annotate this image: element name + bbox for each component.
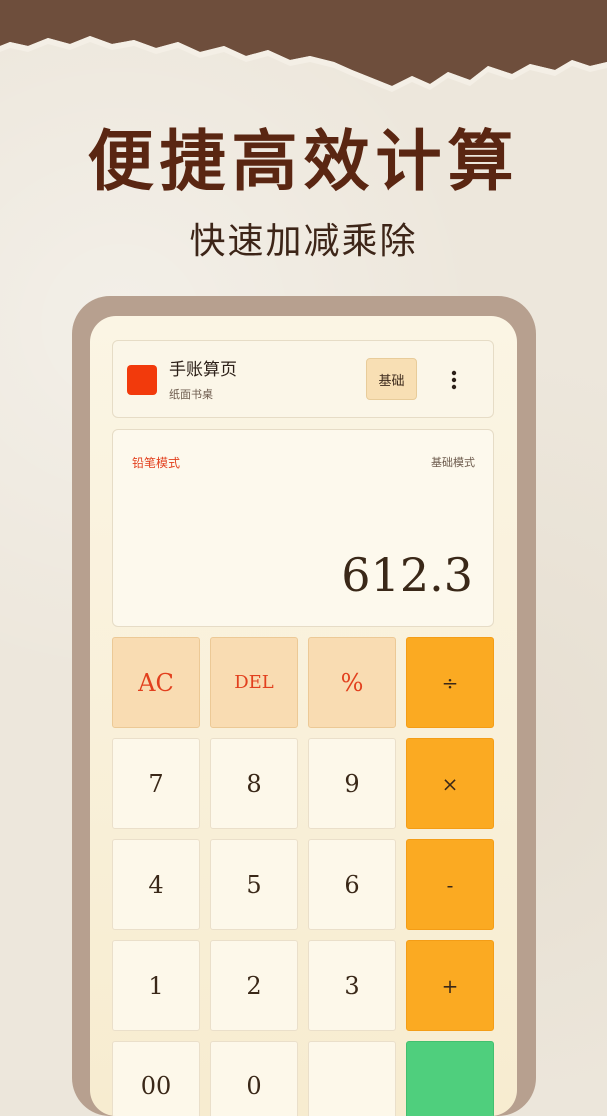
- key-1[interactable]: 1: [112, 940, 200, 1031]
- more-button[interactable]: [439, 363, 469, 397]
- basic-mode-label: 基础模式: [431, 456, 475, 469]
- pencil-mode-label: 铅笔模式: [132, 456, 181, 470]
- key-7[interactable]: 7: [112, 738, 200, 829]
- key-5[interactable]: 5: [210, 839, 298, 930]
- key-add[interactable]: +: [406, 940, 494, 1031]
- app-header: 手账算页 纸面书桌 基础: [112, 340, 494, 418]
- display-value: 612.3: [341, 548, 473, 602]
- app-logo: [127, 365, 157, 395]
- key-multiply[interactable]: ×: [406, 738, 494, 829]
- key-subtract[interactable]: -: [406, 839, 494, 930]
- key-0[interactable]: 0: [210, 1041, 298, 1116]
- key-equals[interactable]: [406, 1041, 494, 1116]
- key-4[interactable]: 4: [112, 839, 200, 930]
- key-2[interactable]: 2: [210, 940, 298, 1031]
- key-clear[interactable]: AC: [112, 637, 200, 728]
- key-00[interactable]: 00: [112, 1041, 200, 1116]
- key-3[interactable]: 3: [308, 940, 396, 1031]
- promo-headline: 便捷高效计算: [87, 123, 520, 200]
- key-delete[interactable]: DEL: [210, 637, 298, 728]
- key-divide[interactable]: ÷: [406, 637, 494, 728]
- more-vertical-icon: [451, 370, 457, 390]
- phone-screen: 手账算页 纸面书桌 基础 铅笔模式 基础模式 612.3 AC DEL % ÷ …: [90, 316, 517, 1116]
- app-title: 手账算页: [169, 360, 237, 380]
- promo-subheadline: 快速加减乘除: [189, 221, 418, 262]
- key-6[interactable]: 6: [308, 839, 396, 930]
- mode-button[interactable]: 基础: [366, 358, 417, 400]
- key-decimal[interactable]: [308, 1041, 396, 1116]
- torn-paper-banner: [0, 0, 607, 92]
- app-subtitle: 纸面书桌: [169, 388, 213, 401]
- key-percent[interactable]: %: [308, 637, 396, 728]
- calculator-display: 铅笔模式 基础模式 612.3: [112, 429, 494, 627]
- key-9[interactable]: 9: [308, 738, 396, 829]
- key-8[interactable]: 8: [210, 738, 298, 829]
